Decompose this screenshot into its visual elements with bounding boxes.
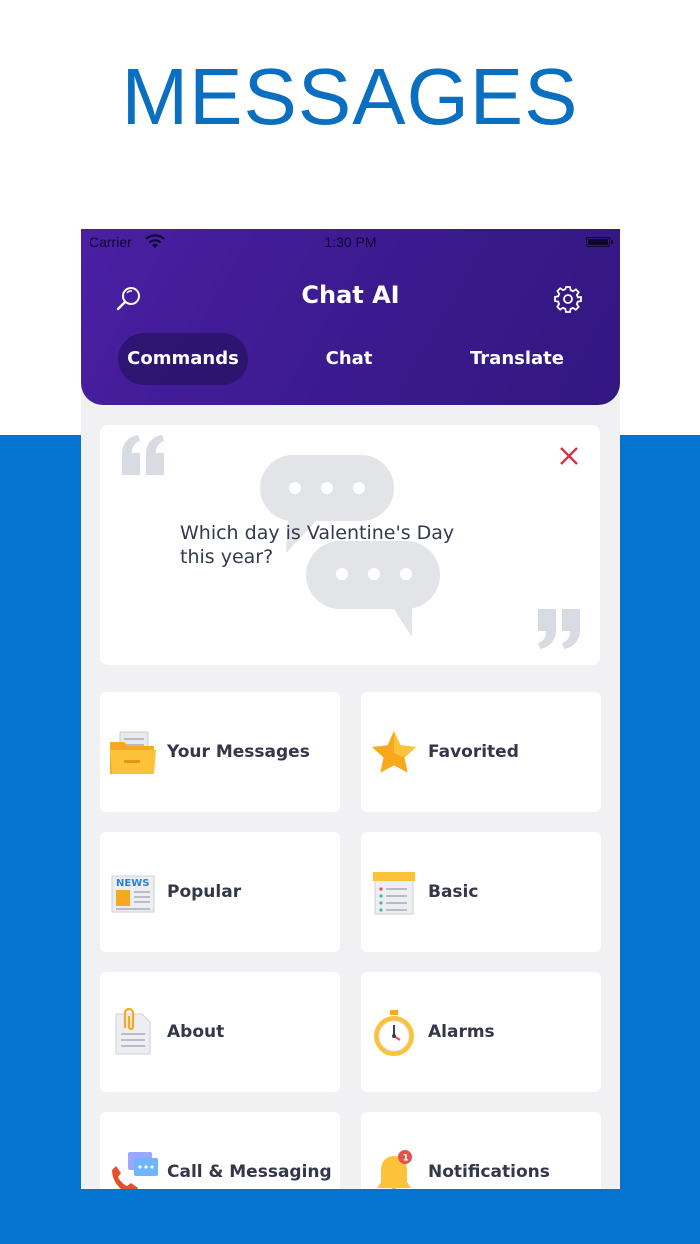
tab-bar: Commands Chat Translate [81,333,620,385]
battery-tip [611,240,613,244]
tile-label: Call & Messaging [167,1162,332,1182]
tile-label: Notifications [428,1162,550,1182]
tile-notifications[interactable]: 1 Notifications [361,1112,601,1189]
tab-chat[interactable]: Chat [284,333,414,385]
gear-icon [554,286,582,313]
stopwatch-icon [374,1010,414,1056]
tile-popular[interactable]: NEWS Popular [100,832,340,952]
phone-chat-icon [112,1152,158,1189]
suggestion-text: Which day is Valentine's Day this year? [180,522,455,568]
tile-alarms[interactable]: Alarms [361,972,601,1092]
suggestion-card[interactable]: Which day is Valentine's Day this year? [100,425,600,665]
tile-label: Favorited [428,742,519,762]
page-headline: MESSAGES [121,52,579,141]
notification-badge: 1 [403,1154,409,1164]
settings-button[interactable] [553,284,583,314]
battery-icon [586,237,610,247]
tile-about[interactable]: About [100,972,340,1092]
tile-label: About [167,1022,225,1042]
tile-call-messaging[interactable]: Call & Messaging [100,1112,340,1189]
close-quote-icon [538,609,580,649]
phone-screen: Carrier 1:30 PM Chat AI Commands Chat Tr… [81,229,620,1189]
tile-label: Basic [428,882,479,902]
bell-icon: 1 [377,1150,412,1189]
status-bar: Carrier 1:30 PM [81,229,620,255]
tab-commands[interactable]: Commands [118,333,248,385]
notepad-icon [373,872,415,915]
document-clip-icon [115,1008,151,1055]
tab-translate[interactable]: Translate [452,333,582,385]
star-icon [372,731,416,773]
dismiss-button[interactable] [556,443,582,469]
tile-label: Alarms [428,1022,495,1042]
tile-label: Popular [167,882,242,902]
tile-label: Your Messages [167,742,310,762]
tile-basic[interactable]: Basic [361,832,601,952]
status-time: 1:30 PM [324,234,377,250]
open-quote-icon [122,435,164,475]
close-icon [560,447,578,465]
svg-text:NEWS: NEWS [116,878,149,889]
tile-favorited[interactable]: Favorited [361,692,601,812]
folder-icon [110,731,156,774]
app-header: Carrier 1:30 PM Chat AI Commands Chat Tr… [81,229,620,405]
tile-your-messages[interactable]: Your Messages [100,692,340,812]
app-title: Chat AI [301,281,400,309]
news-icon: NEWS [111,875,155,913]
